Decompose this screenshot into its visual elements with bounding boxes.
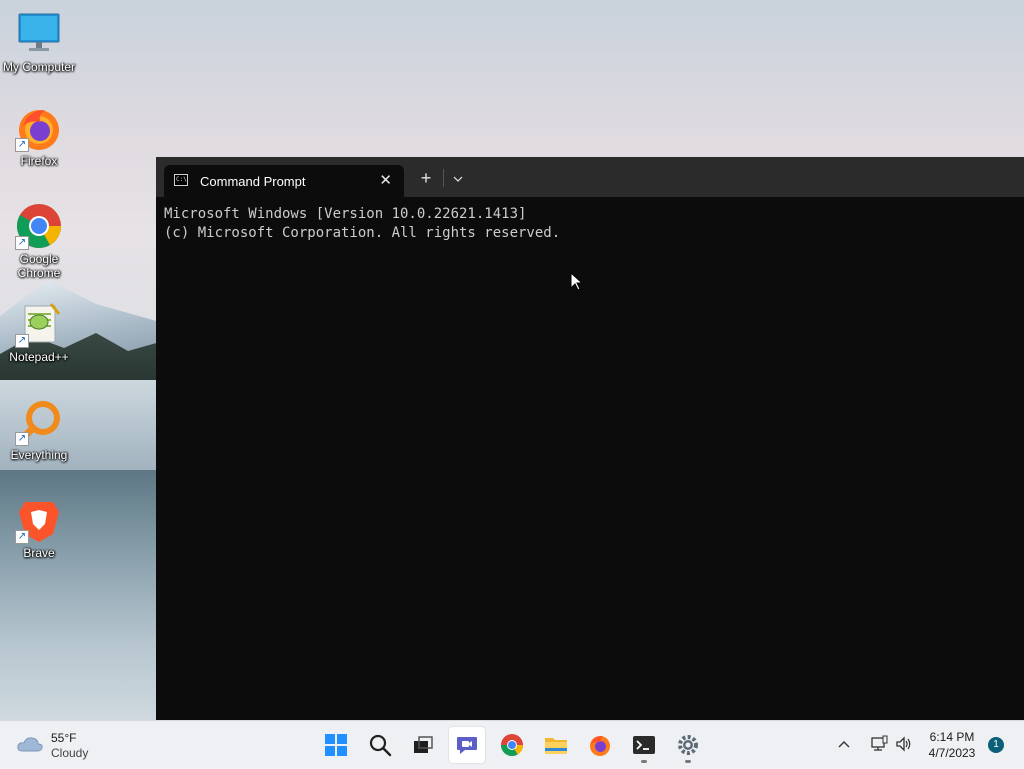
chrome-icon (501, 734, 523, 756)
task-view-icon (414, 736, 433, 753)
notepadpp-icon: ↗ (15, 300, 63, 348)
chevron-up-icon (838, 741, 850, 748)
firefox-icon: ↗ (15, 104, 63, 152)
terminal-window[interactable]: C:\ Command Prompt ✕ + Microsoft Windows… (156, 157, 1024, 720)
everything-search-icon: ↗ (15, 398, 63, 446)
cloud-icon (17, 737, 43, 752)
desktop-icon-label: Notepad++ (9, 350, 69, 364)
volume-button[interactable] (895, 735, 913, 758)
taskbar: 55°F Cloudy 6:14 PM 4/7/2023 1 (0, 720, 1024, 769)
mouse-pointer-icon (570, 272, 582, 291)
taskbar-firefox-button[interactable] (582, 727, 618, 763)
desktop-icon-label: Google Chrome (17, 252, 61, 280)
desktop-icon-brave[interactable]: ↗ Brave (0, 496, 78, 560)
shortcut-arrow-icon: ↗ (15, 530, 29, 544)
desktop-icon-firefox[interactable]: ↗ Firefox (0, 104, 78, 168)
file-explorer-icon (545, 738, 567, 754)
console-line: (c) Microsoft Corporation. All rights re… (164, 225, 561, 241)
console-line: Microsoft Windows [Version 10.0.22621.14… (164, 206, 527, 222)
network-icon (871, 735, 888, 751)
chrome-icon: ↗ (15, 202, 63, 250)
teams-chat-button[interactable] (449, 727, 485, 763)
show-hidden-icons-button[interactable] (838, 735, 850, 751)
network-button[interactable] (870, 735, 888, 758)
search-button[interactable] (362, 727, 398, 763)
file-explorer-button[interactable] (538, 727, 574, 763)
new-tab-button[interactable]: + (414, 167, 438, 189)
brave-icon: ↗ (15, 496, 63, 544)
window-titlebar[interactable]: C:\ Command Prompt ✕ + (156, 157, 1024, 197)
running-indicator (685, 760, 691, 763)
desktop-icon-label: Everything (10, 448, 68, 462)
desktop-icon-notepadpp[interactable]: ↗ Notepad++ (0, 300, 78, 364)
shortcut-arrow-icon: ↗ (15, 432, 29, 446)
tab-title: Command Prompt (200, 174, 306, 189)
taskbar-chrome-button[interactable] (494, 727, 530, 763)
start-icon (325, 734, 347, 756)
titlebar-divider (443, 169, 444, 187)
start-button[interactable] (318, 727, 354, 763)
weather-temperature: 55°F (51, 731, 77, 745)
chevron-down-icon (453, 176, 463, 182)
clock-date: 4/7/2023 (928, 746, 976, 760)
shortcut-arrow-icon: ↗ (15, 138, 29, 152)
search-icon (369, 734, 392, 757)
task-view-button[interactable] (405, 727, 441, 763)
shortcut-arrow-icon: ↗ (15, 334, 29, 348)
tab-close-button[interactable]: ✕ (379, 171, 392, 189)
clock-time: 6:14 PM (929, 730, 975, 744)
desktop-icon-google-chrome[interactable]: ↗ Google Chrome (0, 202, 78, 280)
desktop-icon-label: Firefox (20, 154, 58, 168)
firefox-icon (590, 736, 610, 756)
console-output[interactable]: Microsoft Windows [Version 10.0.22621.14… (164, 205, 1014, 705)
desktop-icon-label: Brave (23, 546, 55, 560)
taskbar-settings-button[interactable] (670, 727, 706, 763)
weather-condition: Cloudy (51, 746, 89, 760)
desktop-icon-everything[interactable]: ↗ Everything (0, 398, 78, 462)
monitor-icon (15, 10, 63, 58)
teams-chat-icon (457, 737, 477, 754)
desktop-icon-label: My Computer (2, 60, 76, 74)
settings-icon (678, 735, 698, 755)
weather-widget[interactable]: 55°F Cloudy (16, 729, 116, 761)
taskbar-terminal-button[interactable] (626, 727, 662, 763)
desktop-icon-my-computer[interactable]: My Computer (0, 10, 78, 74)
profile-dropdown-button[interactable] (446, 167, 470, 189)
system-clock[interactable]: 6:14 PM 4/7/2023 (920, 729, 984, 761)
terminal-icon (633, 736, 655, 754)
notification-badge[interactable]: 1 (988, 737, 1004, 753)
running-indicator (641, 760, 647, 763)
cmd-icon: C:\ (174, 174, 188, 186)
volume-icon (896, 736, 911, 752)
shortcut-arrow-icon: ↗ (15, 236, 29, 250)
tab-command-prompt[interactable]: C:\ Command Prompt ✕ (164, 165, 404, 197)
